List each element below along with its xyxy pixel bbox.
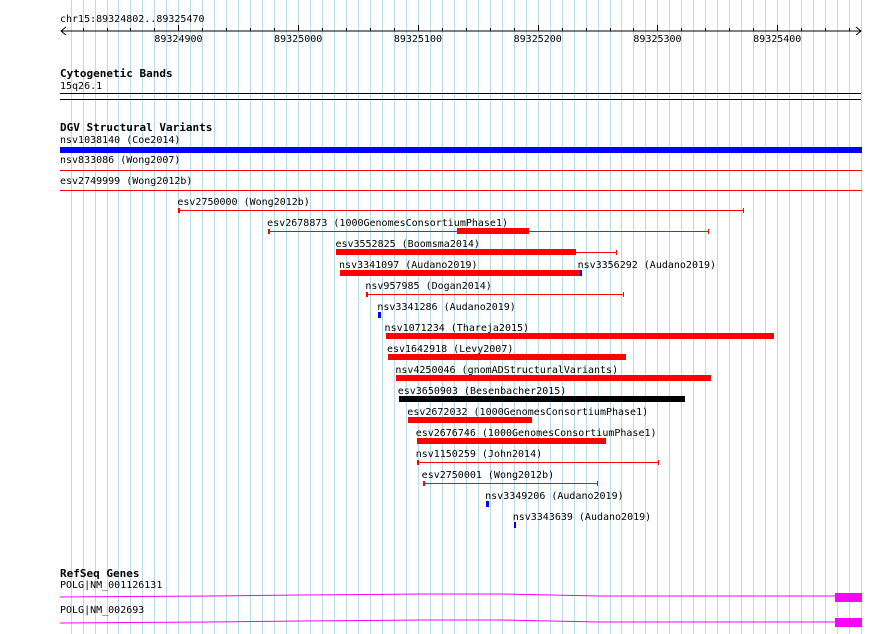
cytoband-track-title: Cytogenetic Bands xyxy=(60,67,173,80)
background-grid xyxy=(71,0,862,634)
variant-bar[interactable] xyxy=(416,460,659,465)
ruler-tick-label: 89325400 xyxy=(753,34,802,45)
variant-bar[interactable] xyxy=(416,438,606,444)
variant-bar[interactable] xyxy=(336,249,617,255)
refseq-track-title: RefSeq Genes xyxy=(60,567,140,580)
cytoband-separator xyxy=(60,99,861,100)
variant-bar[interactable] xyxy=(366,292,624,297)
variant-bar[interactable] xyxy=(396,375,712,381)
dgv-track-title: DGV Structural Variants xyxy=(60,121,213,134)
feature-label: nsv3349206 (Audano2019) xyxy=(485,491,624,502)
gene-model[interactable] xyxy=(0,615,890,629)
variant-bar[interactable] xyxy=(385,333,774,339)
variant-bar[interactable] xyxy=(513,522,517,528)
feature-label: nsv3341286 (Audano2019) xyxy=(377,302,516,313)
feature-label: nsv833086 (Wong2007) xyxy=(60,155,181,166)
feature-label: esv2749999 (Wong2012b) xyxy=(60,176,193,187)
variant-bar-full[interactable] xyxy=(60,170,862,171)
variant-bar[interactable] xyxy=(387,354,627,360)
cytoband-label: 15q26.1 xyxy=(60,81,103,92)
ruler-tick-label: 89325200 xyxy=(513,34,562,45)
feature-label: nsv1038140 (Coe2014) xyxy=(60,135,181,146)
variant-bar-full[interactable] xyxy=(60,147,862,153)
variant-bar[interactable] xyxy=(268,228,709,234)
variant-bar[interactable] xyxy=(486,501,489,507)
cytoband-band[interactable] xyxy=(60,93,861,94)
variant-bar[interactable] xyxy=(340,270,580,276)
variant-bar[interactable] xyxy=(398,396,685,402)
variant-bar[interactable] xyxy=(378,312,381,318)
ruler-tick-label: 89325100 xyxy=(393,34,443,45)
feature-label: nsv3356292 (Audano2019) xyxy=(577,260,717,271)
ruler-tick-label: 89324900 xyxy=(154,34,203,45)
variant-bar[interactable] xyxy=(579,270,582,276)
ruler-tick-label: 89325000 xyxy=(274,34,323,45)
gene-model[interactable] xyxy=(0,590,890,604)
variant-bar-full[interactable] xyxy=(60,190,862,191)
feature-label: nsv3343639 (Audano2019) xyxy=(512,512,652,523)
variant-bar[interactable] xyxy=(408,417,532,423)
ruler-tick-label: 89325300 xyxy=(633,34,682,45)
variant-bar[interactable] xyxy=(178,208,744,213)
variant-bar[interactable] xyxy=(422,481,598,486)
